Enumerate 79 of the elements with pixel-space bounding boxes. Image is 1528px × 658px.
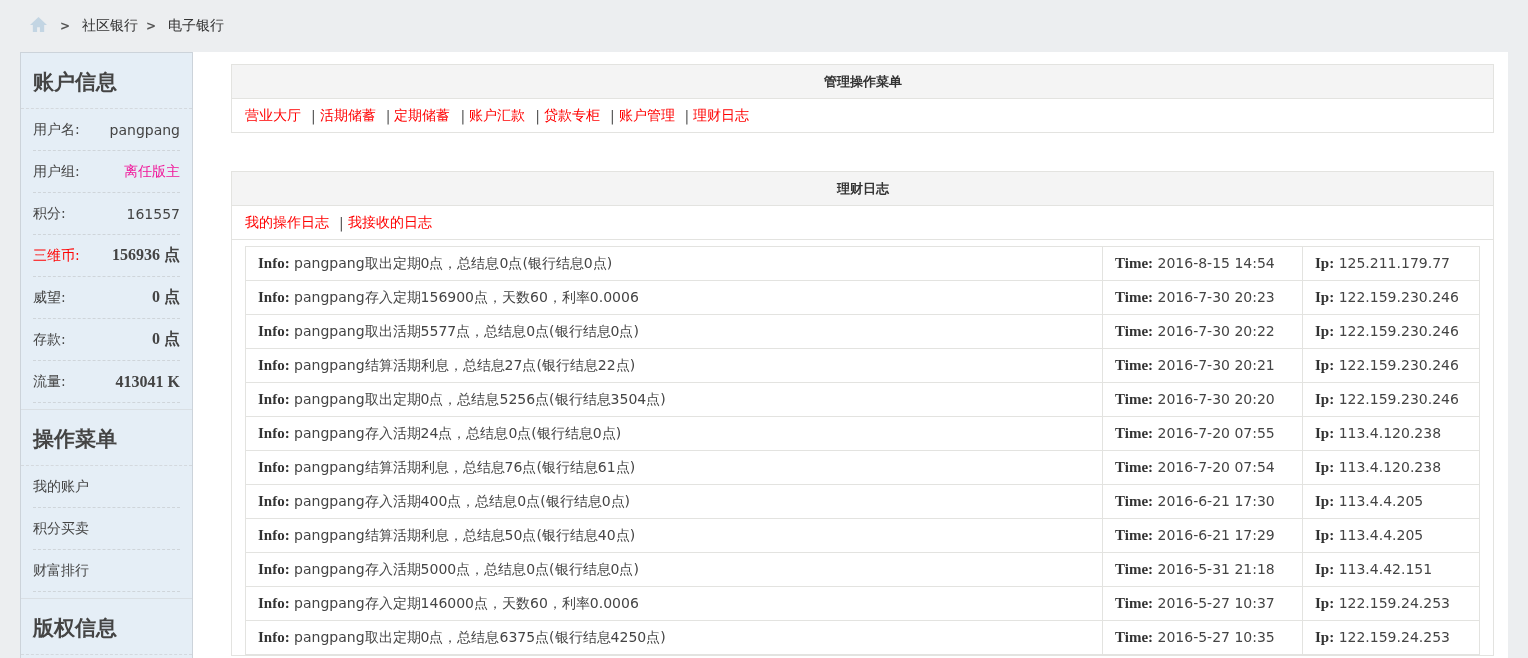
field-label: 用户组: [33, 162, 80, 181]
field-value: 离任版主 [124, 162, 180, 181]
field-value: 413041 K [115, 372, 180, 391]
menu-link[interactable]: 账户汇款 [469, 106, 526, 125]
field-label: 积分: [33, 204, 66, 223]
info-cell: Info: pangpang取出定期0点，总结息0点(银行结息0点) [245, 246, 1103, 281]
log-tab[interactable]: 我接收的日志 [347, 213, 432, 232]
ip-cell: Ip: 122.159.24.253 [1302, 620, 1480, 655]
time-cell: Time: 2016-8-15 14:54 [1102, 246, 1303, 281]
section-heading: 操作菜单 [21, 410, 192, 466]
time-cell: Time: 2016-6-21 17:30 [1102, 484, 1303, 519]
breadcrumb-link[interactable]: 电子银行 [168, 17, 225, 35]
menu-link[interactable]: 营业大厅 [245, 106, 301, 125]
section-heading: 版权信息 [21, 599, 192, 655]
info-cell: Info: pangpang结算活期利息，总结息27点(银行结息22点) [245, 348, 1103, 383]
menu-link[interactable]: 账户管理 [618, 106, 675, 125]
sidebar-link[interactable]: 我的账户 [33, 477, 89, 496]
ip-cell: Ip: 122.159.230.246 [1302, 348, 1480, 383]
info-cell: Info: pangpang存入定期156900点，天数60，利率0.0006 [245, 280, 1103, 315]
panel-title: 理财日志 [232, 172, 1493, 206]
home-icon[interactable] [29, 15, 48, 33]
link-separator: | [339, 214, 344, 231]
time-cell: Time: 2016-5-27 10:35 [1102, 620, 1303, 655]
time-cell: Time: 2016-7-20 07:55 [1102, 416, 1303, 451]
info-cell: Info: pangpang取出定期0点，总结息5256点(银行结息3504点) [245, 382, 1103, 417]
ip-cell: Ip: 113.4.120.238 [1302, 416, 1480, 451]
menu-link[interactable]: 贷款专柜 [543, 106, 600, 125]
info-cell: Info: pangpang结算活期利息，总结息76点(银行结息61点) [245, 450, 1103, 485]
link-separator: | [311, 107, 316, 124]
info-cell: Info: pangpang存入定期146000点，天数60，利率0.0006 [245, 586, 1103, 621]
link-separator: | [460, 107, 466, 124]
link-separator: | [535, 107, 540, 124]
time-cell: Time: 2016-7-30 20:21 [1102, 348, 1303, 383]
info-cell: Info: pangpang取出定期0点，总结息6375点(银行结息4250点) [245, 620, 1103, 655]
time-cell: Time: 2016-7-20 07:54 [1102, 450, 1303, 485]
field-label: 威望: [33, 288, 66, 307]
ip-cell: Ip: 122.159.230.246 [1302, 382, 1480, 417]
breadcrumb-link[interactable]: 社区银行 [82, 17, 139, 35]
section-heading: 账户信息 [21, 53, 192, 109]
field-label: 存款: [33, 330, 66, 349]
menu-link[interactable]: 理财日志 [693, 106, 750, 125]
ip-cell: Ip: 113.4.4.205 [1302, 518, 1480, 553]
menu-link[interactable]: 定期储蓄 [394, 106, 451, 125]
field-value: 156936 点 [112, 245, 180, 265]
field-value: 161557 [126, 205, 180, 222]
field-value: 0 点 [152, 329, 180, 349]
time-cell: Time: 2016-5-31 21:18 [1102, 552, 1303, 587]
info-cell: Info: pangpang存入活期400点，总结息0点(银行结息0点) [245, 484, 1103, 519]
info-cell: Info: pangpang存入活期24点，总结息0点(银行结息0点) [245, 416, 1103, 451]
time-cell: Time: 2016-6-21 17:29 [1102, 518, 1303, 553]
breadcrumb-separator: > [60, 19, 71, 33]
info-cell: Info: pangpang结算活期利息，总结息50点(银行结息40点) [245, 518, 1103, 553]
field-value: pangpang [109, 121, 180, 138]
ip-cell: Ip: 113.4.42.151 [1302, 552, 1480, 587]
info-cell: Info: pangpang存入活期5000点，总结息0点(银行结息0点) [245, 552, 1103, 587]
field-label: 三维币: [33, 246, 80, 265]
ip-cell: Ip: 122.159.230.246 [1302, 280, 1480, 315]
ip-cell: Ip: 125.211.179.77 [1302, 246, 1480, 281]
field-label: 用户名: [33, 120, 80, 139]
ip-cell: Ip: 122.159.24.253 [1302, 586, 1480, 621]
ip-cell: Ip: 122.159.230.246 [1302, 314, 1480, 349]
sidebar-link[interactable]: 积分买卖 [33, 519, 89, 538]
link-separator: | [385, 107, 391, 124]
field-label: 流量: [33, 372, 66, 391]
time-cell: Time: 2016-5-27 10:37 [1102, 586, 1303, 621]
sidebar-link[interactable]: 财富排行 [33, 561, 89, 580]
link-separator: | [684, 107, 690, 124]
ip-cell: Ip: 113.4.120.238 [1302, 450, 1480, 485]
field-value: 0 点 [152, 287, 180, 307]
link-separator: | [609, 107, 615, 124]
info-cell: Info: pangpang取出活期5577点，总结息0点(银行结息0点) [245, 314, 1103, 349]
time-cell: Time: 2016-7-30 20:22 [1102, 314, 1303, 349]
breadcrumb-separator: > [146, 19, 157, 33]
panel-title: 管理操作菜单 [232, 65, 1493, 99]
menu-link[interactable]: 活期储蓄 [319, 106, 376, 125]
time-cell: Time: 2016-7-30 20:23 [1102, 280, 1303, 315]
log-tab[interactable]: 我的操作日志 [245, 213, 329, 232]
time-cell: Time: 2016-7-30 20:20 [1102, 382, 1303, 417]
ip-cell: Ip: 113.4.4.205 [1302, 484, 1480, 519]
